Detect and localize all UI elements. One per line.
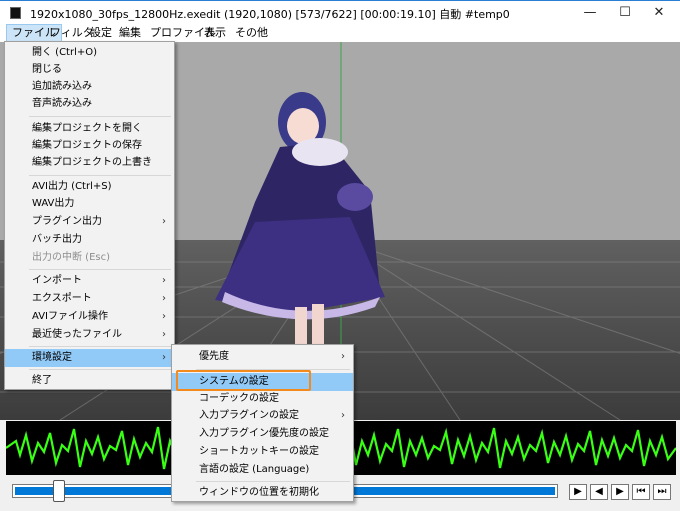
prev-frame-button[interactable]: ◀: [590, 484, 608, 500]
seek-handle[interactable]: [53, 480, 65, 502]
window-title: 1920x1080_30fps_12800Hz.exedit (1920,108…: [30, 8, 510, 21]
menu-item-abort-output: 出力の中断 (Esc): [5, 249, 174, 267]
menu-item-wav-output[interactable]: WAV出力: [5, 195, 174, 213]
submenu-arrow-icon: ›: [162, 352, 166, 363]
menu-item-shortcut-settings[interactable]: ショートカットキーの設定: [172, 443, 353, 461]
menu-item-label: 追加読み込み: [32, 81, 92, 92]
menu-item-batch-output[interactable]: バッチ出力: [5, 231, 174, 249]
maximize-icon: ☐: [619, 5, 631, 20]
menu-item-label: 編集プロジェクトの保存: [32, 140, 142, 151]
submenu-arrow-icon: ›: [341, 351, 345, 362]
menu-item-label: 閉じる: [32, 64, 62, 75]
menu-item-label: 出力の中断 (Esc): [32, 252, 111, 263]
menu-item-label: インポート: [32, 275, 82, 286]
play-button[interactable]: ▶: [569, 484, 587, 500]
submenu-arrow-icon: ›: [162, 311, 166, 322]
menu-item-open[interactable]: 開く (Ctrl+O): [5, 44, 174, 62]
menu-item-label: 編集プロジェクトを開く: [32, 123, 142, 134]
play-icon: ▶: [574, 486, 582, 497]
prev-frame-icon: ◀: [595, 486, 603, 497]
menu-separator: [29, 116, 171, 117]
menu-item-export[interactable]: エクスポート ›: [5, 290, 174, 308]
menu-item-import[interactable]: インポート ›: [5, 272, 174, 290]
menu-item-label: 終了: [32, 375, 52, 386]
go-end-button[interactable]: ⏭: [653, 484, 671, 500]
menu-item-input-plugin-settings[interactable]: 入力プラグインの設定 ›: [172, 407, 353, 425]
minimize-button[interactable]: —: [572, 3, 608, 23]
next-frame-icon: ▶: [616, 486, 624, 497]
menu-item-close[interactable]: 閉じる: [5, 61, 174, 79]
submenu-arrow-icon: ›: [162, 293, 166, 304]
go-start-icon: ⏮: [636, 486, 646, 497]
menu-bar: ファイル フィルタ 設定 編集 プロファイル 表示 その他: [0, 24, 680, 42]
menu-item-plugin-output[interactable]: プラグイン出力 ›: [5, 213, 174, 231]
menu-item-label: 入力プラグインの設定: [199, 410, 299, 421]
menu-settings[interactable]: 設定: [85, 24, 117, 42]
menu-item-label: WAV出力: [32, 198, 75, 209]
menu-separator: [29, 346, 171, 347]
close-button[interactable]: ✕: [641, 3, 677, 23]
menu-item-label: 環境設定: [32, 352, 72, 363]
menu-item-input-plugin-priority[interactable]: 入力プラグイン優先度の設定: [172, 425, 353, 443]
menu-item-reset-window-position[interactable]: ウィンドウの位置を初期化: [172, 484, 353, 502]
menu-item-open-project[interactable]: 編集プロジェクトを開く: [5, 120, 174, 138]
environment-submenu: 優先度 › システムの設定 コーデックの設定 入力プラグインの設定 › 入力プラグイ…: [171, 344, 354, 502]
submenu-arrow-icon: ›: [162, 329, 166, 340]
close-icon: ✕: [653, 5, 665, 20]
submenu-arrow-icon: ›: [341, 410, 345, 421]
menu-separator: [29, 369, 171, 370]
go-end-icon: ⏭: [657, 486, 667, 497]
menu-separator: [29, 175, 171, 176]
menu-item-label: プラグイン出力: [32, 216, 102, 227]
menu-separator: [29, 269, 171, 270]
menu-item-avi-output[interactable]: AVI出力 (Ctrl+S): [5, 178, 174, 196]
menu-item-overwrite-project[interactable]: 編集プロジェクトの上書き: [5, 154, 174, 172]
menu-item-label: 入力プラグイン優先度の設定: [199, 428, 329, 439]
menu-item-label: エクスポート: [32, 293, 92, 304]
menu-item-label: ウィンドウの位置を初期化: [199, 487, 319, 498]
menu-view[interactable]: 表示: [199, 24, 231, 42]
menu-item-label: AVIファイル操作: [32, 311, 108, 322]
menu-item-exit[interactable]: 終了: [5, 372, 174, 390]
menu-item-environment-settings[interactable]: 環境設定 ›: [5, 349, 174, 367]
maximize-button[interactable]: ☐: [607, 3, 643, 23]
menu-item-label: 編集プロジェクトの上書き: [32, 157, 152, 168]
menu-item-label: 言語の設定 (Language): [199, 464, 310, 475]
menu-item-recent-files[interactable]: 最近使ったファイル ›: [5, 326, 174, 344]
menu-item-priority[interactable]: 優先度 ›: [172, 348, 353, 366]
menu-item-label: コーデックの設定: [199, 393, 279, 404]
character-figure: [215, 92, 385, 384]
file-menu: 開く (Ctrl+O) 閉じる 追加読み込み 音声読み込み 編集プロジェクトを開…: [4, 41, 175, 390]
menu-edit[interactable]: 編集: [114, 24, 146, 42]
go-start-button[interactable]: ⏮: [632, 484, 650, 500]
next-frame-button[interactable]: ▶: [611, 484, 629, 500]
menu-separator: [196, 481, 350, 482]
minimize-icon: —: [583, 5, 597, 20]
menu-item-label: 音声読み込み: [32, 98, 92, 109]
submenu-arrow-icon: ›: [162, 216, 166, 227]
menu-item-language-settings[interactable]: 言語の設定 (Language): [172, 461, 353, 479]
menu-item-codec-settings[interactable]: コーデックの設定: [172, 390, 353, 408]
submenu-arrow-icon: ›: [162, 275, 166, 286]
menu-item-save-project[interactable]: 編集プロジェクトの保存: [5, 137, 174, 155]
menu-item-label: ショートカットキーの設定: [199, 446, 319, 457]
app-icon: [10, 7, 21, 19]
menu-item-label: AVI出力 (Ctrl+S): [32, 181, 112, 192]
title-bar: 1920x1080_30fps_12800Hz.exedit (1920,108…: [0, 0, 680, 24]
menu-item-label: 優先度: [199, 351, 229, 362]
focus-outline: [176, 370, 311, 391]
menu-item-add-load[interactable]: 追加読み込み: [5, 78, 174, 96]
menu-item-label: 開く (Ctrl+O): [32, 47, 98, 58]
menu-other[interactable]: その他: [230, 24, 273, 42]
menu-item-label: バッチ出力: [32, 234, 82, 245]
menu-item-avi-file-ops[interactable]: AVIファイル操作 ›: [5, 308, 174, 326]
menu-item-audio-load[interactable]: 音声読み込み: [5, 95, 174, 113]
menu-item-label: 最近使ったファイル: [32, 329, 122, 340]
